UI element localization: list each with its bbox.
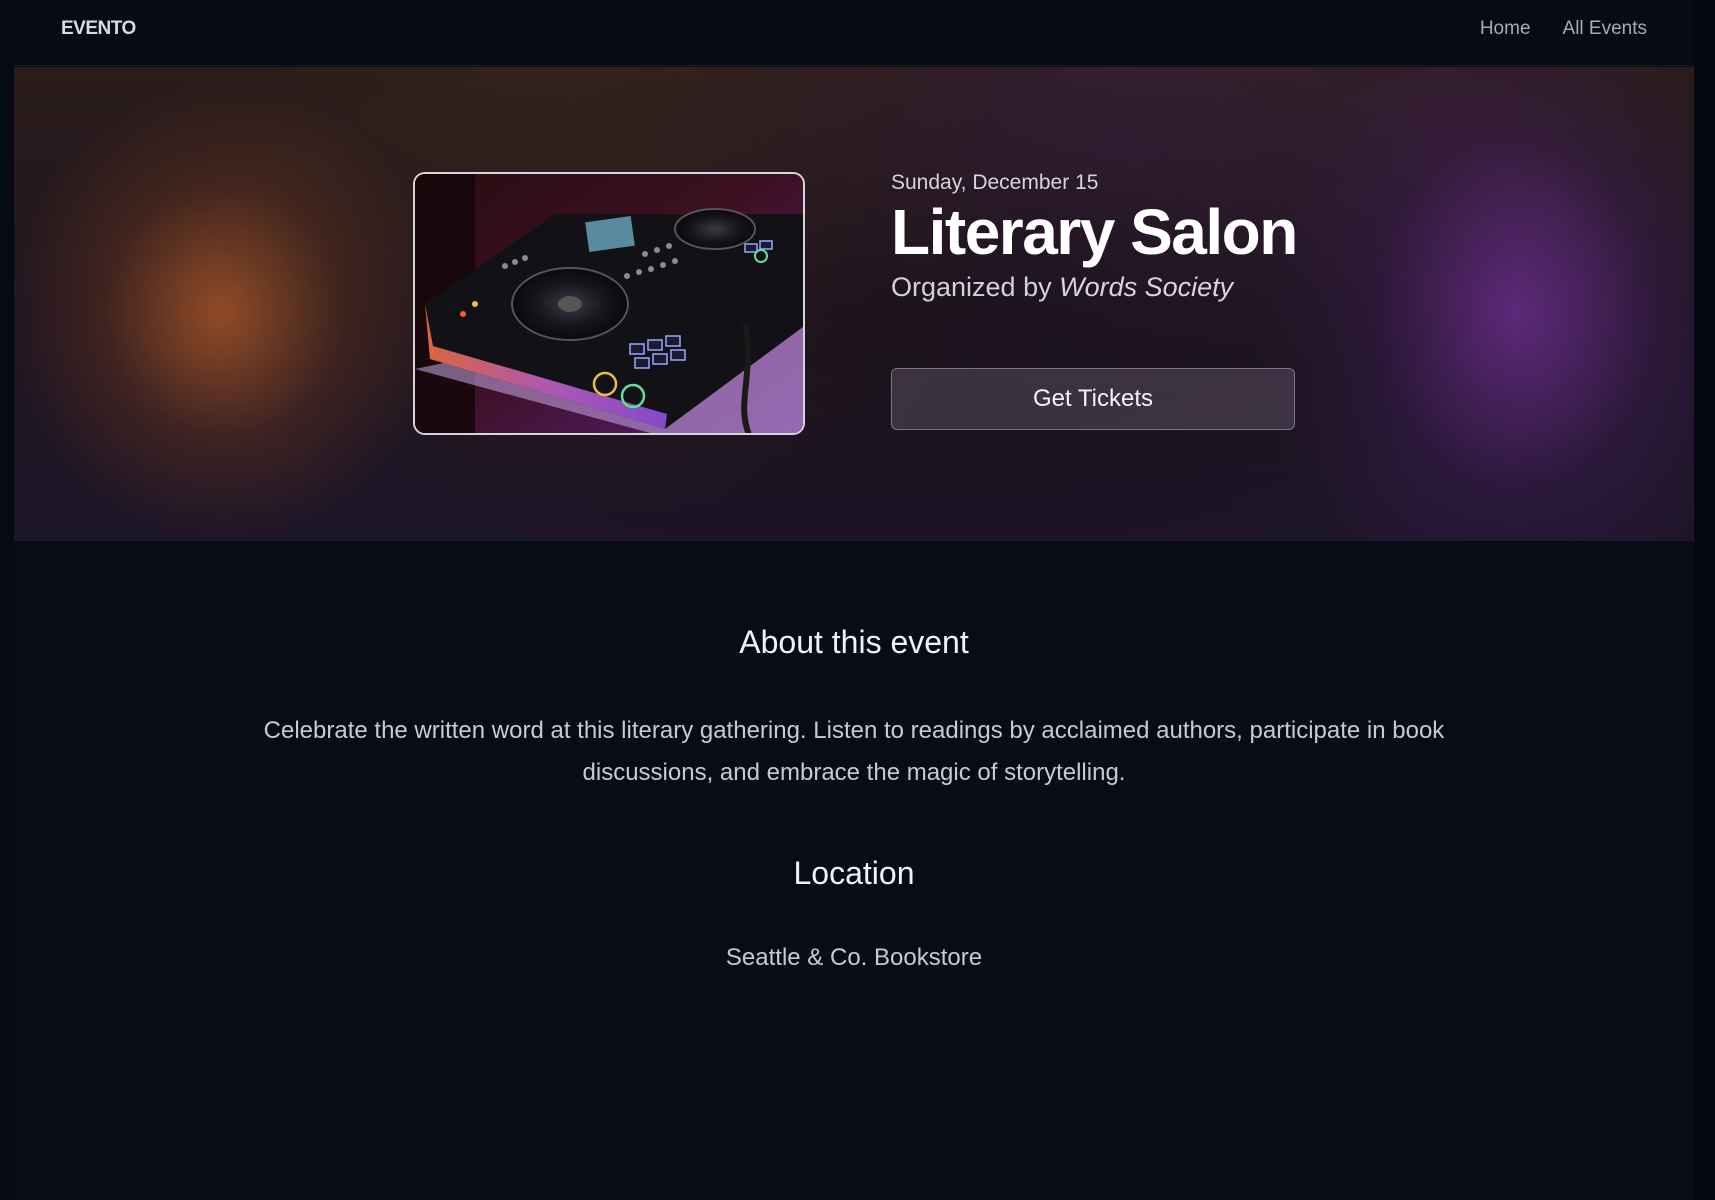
organizer-name: Words Society <box>1059 272 1234 303</box>
event-image <box>413 172 805 435</box>
about-heading: About this event <box>739 624 969 660</box>
event-date: Sunday, December 15 <box>891 171 1099 194</box>
about-section-heading: About this event <box>14 624 1694 661</box>
about-section-body: Celebrate the written word at this liter… <box>14 710 1694 794</box>
about-description: Celebrate the written word at this liter… <box>263 717 1445 786</box>
nav-all-events-link[interactable]: All Events <box>1563 18 1647 40</box>
get-tickets-button[interactable]: Get Tickets <box>891 368 1295 430</box>
page: EVENTO Home All Events Sunday, December … <box>14 0 1694 1200</box>
site-logo[interactable]: EVENTO <box>61 18 136 40</box>
location-venue: Seattle & Co. Bookstore <box>725 944 983 971</box>
dj-controller-photo-icon <box>415 174 803 433</box>
hero-background <box>14 67 1694 541</box>
organized-by-label: Organized by <box>891 272 1052 303</box>
event-title: Literary Salon <box>891 196 1298 268</box>
nav-links: Home All Events <box>1480 18 1647 40</box>
event-organizer: Organized by Words Society <box>891 272 1411 303</box>
location-section-body: Seattle & Co. Bookstore <box>14 944 1694 972</box>
top-nav: EVENTO Home All Events <box>14 0 1694 66</box>
event-hero: Sunday, December 15 Literary Salon Organ… <box>14 67 1694 541</box>
location-section-heading: Location <box>14 855 1694 892</box>
right-gutter <box>1694 0 1715 1200</box>
nav-home-link[interactable]: Home <box>1480 18 1531 40</box>
location-heading: Location <box>793 855 915 891</box>
event-info: Sunday, December 15 Literary Salon Organ… <box>891 171 1411 430</box>
